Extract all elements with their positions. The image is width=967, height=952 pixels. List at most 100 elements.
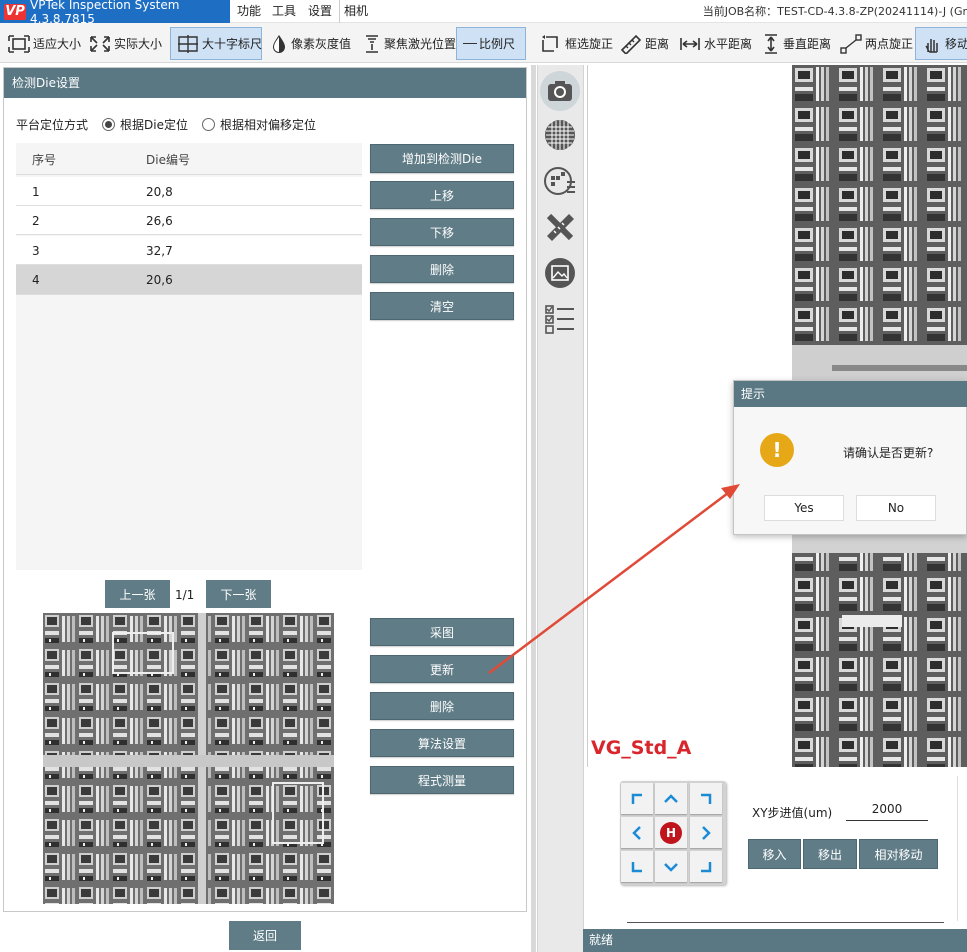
delete-die-button[interactable]: 删除 (370, 255, 514, 283)
table-row[interactable]: 1 20,8 (16, 177, 362, 206)
scale-bar-button[interactable]: 比例尺 (456, 27, 526, 60)
prev-image-button[interactable]: 上一张 (105, 580, 170, 608)
fit-size-button[interactable]: 适应大小 (2, 27, 87, 60)
program-measure-button[interactable]: 程式测量 (370, 766, 514, 794)
scale-bar-label: 比例尺 (479, 37, 516, 51)
yes-button[interactable]: Yes (764, 495, 844, 521)
no-button[interactable]: No (856, 495, 936, 521)
app-logo: VP (4, 3, 26, 20)
move-out-button[interactable]: 移出 (803, 839, 857, 869)
two-point-rotate-button[interactable]: 两点旋正 (834, 27, 919, 60)
cell-die: 20,8 (146, 185, 173, 199)
app-brand: VP VPTek Inspection System 4.3.8.7815 (0, 0, 230, 26)
move-down-icon[interactable] (655, 851, 687, 882)
move-right-icon[interactable] (690, 817, 722, 848)
clear-button[interactable]: 清空 (370, 292, 514, 320)
microscope-image-top (792, 65, 967, 380)
menu-camera[interactable]: 相机 (339, 0, 372, 23)
cell-no: 1 (32, 185, 40, 199)
move-up-left-icon[interactable] (621, 783, 653, 814)
move-down-right-icon[interactable] (690, 851, 722, 882)
menu-function[interactable]: 功能 (233, 0, 265, 23)
move-down-button[interactable]: 下移 (370, 218, 514, 246)
recipe-label: VG_Std_A (591, 737, 692, 759)
die-thumbnail-graphic (43, 613, 334, 904)
table-row[interactable]: 3 32,7 (16, 236, 362, 265)
radio-offset-locate[interactable] (201, 117, 215, 131)
cell-no: 2 (32, 214, 40, 228)
status-bar: 就绪 (583, 929, 967, 952)
wafer-map-icon[interactable] (542, 163, 578, 199)
v-arrow-icon (765, 33, 777, 54)
checklist-icon[interactable] (542, 301, 578, 337)
move-label: 移动 (945, 37, 967, 51)
radio-die-label[interactable]: 根据Die定位 (120, 116, 188, 133)
laser-focus-label: 聚焦激光位置 (384, 37, 457, 51)
location-mode-label: 平台定位方式 (16, 117, 89, 132)
image-frame-icon[interactable] (542, 255, 578, 291)
cell-no: 3 (32, 244, 40, 258)
laser-icon (366, 34, 378, 53)
v-distance-button[interactable]: 垂直距离 (756, 27, 837, 60)
next-image-button[interactable]: 下一张 (206, 580, 271, 608)
algorithm-settings-button[interactable]: 算法设置 (370, 729, 514, 757)
relative-move-button[interactable]: 相对移动 (859, 839, 938, 869)
actual-size-button[interactable]: 实际大小 (83, 27, 168, 60)
app-title: VPTek Inspection System 4.3.8.7815 (30, 0, 180, 26)
home-button[interactable]: H (655, 817, 687, 848)
laser-focus-button[interactable]: 聚焦激光位置 (357, 27, 462, 60)
page-counter: 1/1 (175, 588, 195, 602)
splitter[interactable] (531, 65, 536, 952)
move-up-right-icon[interactable] (690, 783, 722, 814)
fit-size-icon (8, 34, 30, 53)
rotate-box-icon (542, 34, 558, 52)
v-distance-label: 垂直距离 (783, 37, 832, 51)
h-distance-label: 水平距离 (704, 37, 753, 51)
pixel-gray-button[interactable]: 像素灰度值 (264, 27, 357, 60)
distance-button[interactable]: 距离 (614, 27, 675, 60)
cell-no: 4 (32, 273, 40, 287)
move-up-icon[interactable] (655, 783, 687, 814)
move-down-left-icon[interactable] (621, 851, 653, 882)
menu-settings[interactable]: 设置 (304, 0, 336, 23)
back-button[interactable]: 返回 (229, 921, 301, 950)
cell-die: 26,6 (146, 214, 173, 228)
update-image-button[interactable]: 更新 (370, 655, 514, 683)
ruler-icon (620, 34, 642, 54)
panel-header: 检测Die设置 (4, 68, 526, 98)
radio-die-locate[interactable] (102, 117, 116, 131)
two-point-label: 两点旋正 (865, 37, 914, 51)
h-distance-button[interactable]: 水平距离 (673, 27, 758, 60)
scale-line-icon (463, 43, 477, 44)
delete-image-button[interactable]: 删除 (370, 692, 514, 720)
wafer-icon[interactable] (542, 117, 578, 153)
xy-step-input[interactable]: 2000 (846, 797, 928, 821)
table-row[interactable]: 2 26,6 (16, 206, 362, 235)
move-up-button[interactable]: 上移 (370, 181, 514, 209)
column-header-die: Die编号 (146, 153, 190, 167)
add-to-detect-die-button[interactable]: 增加到检测Die (370, 144, 514, 173)
move-button[interactable]: 移动 (915, 27, 967, 60)
capture-image-button[interactable]: 采图 (370, 618, 514, 646)
distance-label: 距离 (645, 37, 670, 51)
hand-icon (925, 38, 938, 53)
table-row-selected[interactable]: 4 20,6 (16, 265, 362, 295)
dialog-title: 提示 (734, 381, 967, 407)
drop-icon (273, 34, 285, 53)
separator (957, 776, 958, 921)
crosshair-icon (178, 34, 198, 53)
camera-icon[interactable] (540, 71, 580, 111)
menu-tools[interactable]: 工具 (268, 0, 300, 23)
radio-offset-label[interactable]: 根据相对偏移定位 (220, 116, 316, 133)
die-thumbnail-image (43, 613, 334, 904)
ruler-pencil-icon[interactable] (542, 209, 578, 245)
warning-icon: ! (760, 433, 794, 467)
dialog-message: 请确认是否更新? (843, 446, 934, 460)
move-in-button[interactable]: 移入 (748, 839, 801, 869)
home-icon: H (660, 821, 682, 844)
box-rotate-button[interactable]: 框选旋正 (534, 27, 619, 60)
crosshair-label: 大十字标尺 (202, 37, 263, 51)
crosshair-ruler-button[interactable]: 大十字标尺 (170, 27, 262, 60)
box-rotate-label: 框选旋正 (565, 37, 614, 51)
move-left-icon[interactable] (621, 817, 653, 848)
